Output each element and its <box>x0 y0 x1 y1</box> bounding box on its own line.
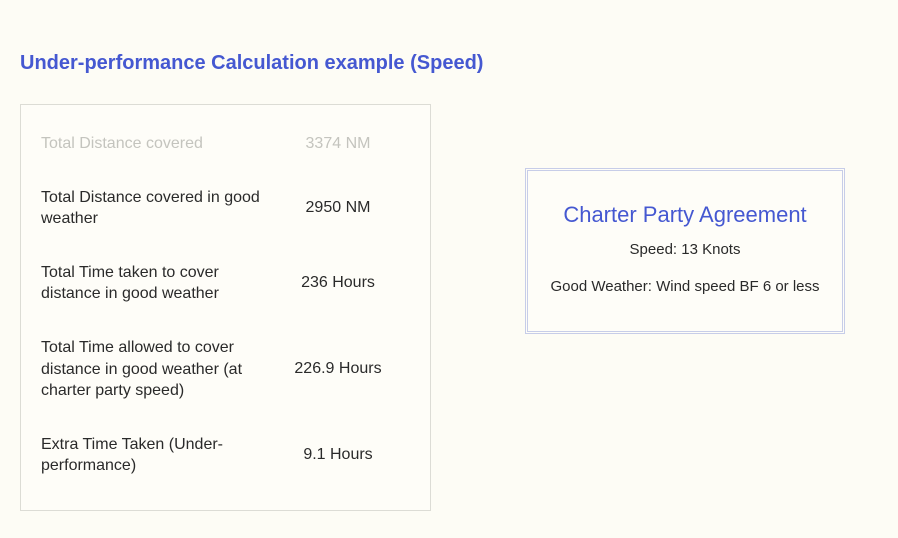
row-value: 9.1 Hours <box>266 446 410 464</box>
agreement-title: Charter Party Agreement <box>540 201 830 229</box>
row-value: 3374 NM <box>266 135 410 153</box>
row-label: Total Time allowed to cover distance in … <box>41 337 266 402</box>
row-label: Total Distance covered <box>41 133 266 155</box>
row-label: Extra Time Taken (Under-performance) <box>41 434 266 477</box>
table-row: Total Distance covered in good weather 2… <box>41 187 410 230</box>
row-value: 226.9 Hours <box>266 360 410 378</box>
agreement-weather: Good Weather: Wind speed BF 6 or less <box>540 278 830 295</box>
row-value: 236 Hours <box>266 274 410 292</box>
charter-party-agreement-box: Charter Party Agreement Speed: 13 Knots … <box>525 168 845 334</box>
agreement-speed: Speed: 13 Knots <box>540 241 830 258</box>
table-row: Total Distance covered 3374 NM <box>41 133 410 155</box>
table-row: Extra Time Taken (Under-performance) 9.1… <box>41 434 410 477</box>
row-value: 2950 NM <box>266 199 410 217</box>
calculation-table: Total Distance covered 3374 NM Total Dis… <box>20 104 431 511</box>
page-title: Under-performance Calculation example (S… <box>20 52 483 75</box>
row-label: Total Time taken to cover distance in go… <box>41 262 266 305</box>
table-row: Total Time taken to cover distance in go… <box>41 262 410 305</box>
row-label: Total Distance covered in good weather <box>41 187 266 230</box>
table-row: Total Time allowed to cover distance in … <box>41 337 410 402</box>
